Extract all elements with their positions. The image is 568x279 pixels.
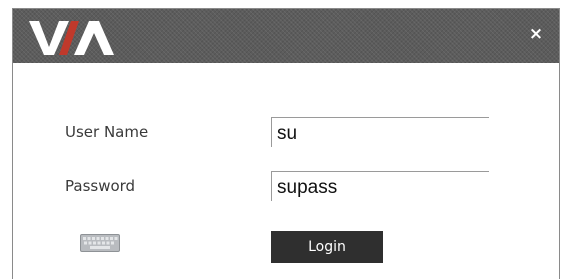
username-label: User Name — [65, 123, 149, 141]
login-button[interactable]: Login — [271, 231, 383, 263]
via-logo — [29, 21, 114, 55]
password-field[interactable] — [271, 171, 489, 201]
keyboard-icon[interactable] — [80, 234, 120, 252]
username-field[interactable] — [271, 117, 489, 147]
password-label: Password — [65, 177, 136, 195]
close-icon[interactable]: × — [525, 23, 547, 45]
login-dialog: × User Name Password Login — [12, 8, 560, 279]
title-bar: × — [13, 9, 559, 63]
